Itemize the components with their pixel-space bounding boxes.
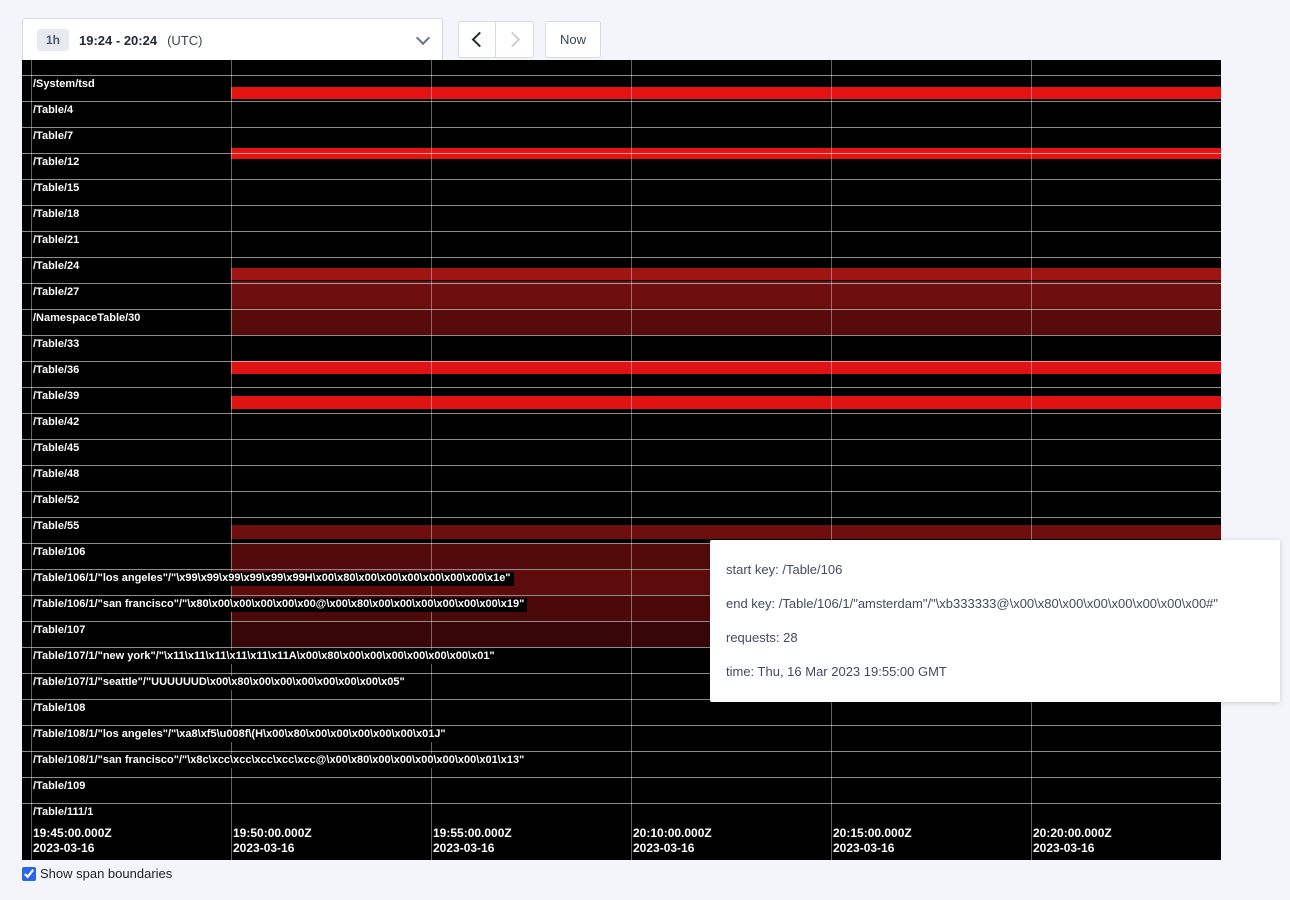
span-boundary-line [22,751,1221,752]
row-label: /Table/24 [33,260,82,274]
row-label: /Table/18 [33,208,82,222]
span-boundary-line [22,465,1221,466]
row-label: /Table/33 [33,338,82,352]
span-boundary-line [22,491,1221,492]
row-label: /Table/108 [33,702,88,716]
timezone-label: (UTC) [167,33,202,48]
x-axis-label: 19:45:00.000Z2023-03-16 [33,826,112,856]
time-window-chip: 1h [37,29,69,51]
row-label: /Table/106/1/"san francisco"/"\x80\x00\x… [33,598,527,612]
show-span-boundaries: Show span boundaries [22,866,172,881]
row-label: /Table/107/1/"seattle"/"UUUUUUD\x00\x80\… [33,676,408,690]
previous-window-button[interactable] [458,21,496,58]
row-label: /System/tsd [33,78,98,92]
row-label: /Table/39 [33,390,82,404]
span-boundary-line [22,387,1221,388]
chevron-right-icon [505,32,521,48]
row-label: /Table/111/1 [33,806,96,820]
span-boundary-line [22,257,1221,258]
time-gridline [631,60,632,860]
show-span-boundaries-label: Show span boundaries [40,866,172,881]
time-range-label: 19:24 - 20:24 [79,33,157,48]
time-nav-group [458,21,534,58]
row-label: /Table/55 [33,520,82,534]
row-label: /Table/27 [33,286,82,300]
tooltip-end-key: end key: /Table/106/1/"amsterdam"/"\xb33… [726,594,1264,614]
span-boundary-line [22,231,1221,232]
span-boundary-line [22,361,1221,362]
span-boundary-line [22,75,1221,76]
time-gridline [31,60,32,860]
row-label: /Table/52 [33,494,82,508]
row-label: /Table/106/1/"los angeles"/"\x99\x99\x99… [33,572,514,586]
span-boundary-line [22,127,1221,128]
span-boundary-line [22,309,1221,310]
tooltip-start-key: start key: /Table/106 [726,560,1264,580]
row-label: /Table/36 [33,364,82,378]
now-button[interactable]: Now [545,21,601,58]
heat-band[interactable] [231,281,1221,308]
heat-band[interactable] [231,308,1221,335]
row-label: /Table/107/1/"new york"/"\x11\x11\x11\x1… [33,650,498,664]
row-label: /Table/15 [33,182,82,196]
row-label: /Table/45 [33,442,82,456]
row-label: /Table/7 [33,130,76,144]
time-gridline [831,60,832,860]
next-window-button [496,21,534,58]
span-boundary-line [22,725,1221,726]
tooltip: start key: /Table/106 end key: /Table/10… [710,540,1280,702]
heat-band[interactable] [231,525,1221,539]
heat-band[interactable] [231,361,1221,374]
tooltip-time: time: Thu, 16 Mar 2023 19:55:00 GMT [726,662,1264,682]
x-axis-label: 19:50:00.000Z2023-03-16 [233,826,312,856]
row-label: /Table/21 [33,234,82,248]
row-label: /Table/106 [33,546,88,560]
time-gridline [1031,60,1032,860]
span-boundary-line [22,179,1221,180]
x-axis-label: 20:15:00.000Z2023-03-16 [833,826,912,856]
heat-band[interactable] [231,396,1221,409]
span-boundary-line [22,153,1221,154]
row-label: /Table/4 [33,104,76,118]
span-boundary-line [22,101,1221,102]
time-range-selector[interactable]: 1h 19:24 - 20:24 (UTC) [22,18,443,62]
row-label: /Table/42 [33,416,82,430]
span-boundary-line [22,517,1221,518]
row-label: /Table/108/1/"san francisco"/"\x8c\xcc\x… [33,754,527,768]
row-label: /Table/109 [33,780,88,794]
key-visualizer-canvas[interactable]: /System/tsd/Table/4/Table/7/Table/12/Tab… [22,60,1221,860]
chevron-left-icon [471,32,487,48]
span-boundary-line [22,335,1221,336]
span-boundary-line [22,803,1221,804]
heat-band[interactable] [231,87,1221,99]
row-label: /Table/48 [33,468,82,482]
row-label: /Table/12 [33,156,82,170]
show-span-boundaries-checkbox[interactable] [22,867,36,881]
chevron-down-icon [416,31,430,45]
row-label: /Table/108/1/"los angeles"/"\xa8\xf5\u00… [33,728,449,742]
span-boundary-line [22,283,1221,284]
span-boundary-line [22,777,1221,778]
span-boundary-line [22,205,1221,206]
tooltip-requests: requests: 28 [726,628,1264,648]
heat-band[interactable] [231,268,1221,280]
x-axis-label: 19:55:00.000Z2023-03-16 [433,826,512,856]
span-boundary-line [22,413,1221,414]
row-label: /NamespaceTable/30 [33,312,143,326]
span-boundary-line [22,439,1221,440]
x-axis-label: 20:20:00.000Z2023-03-16 [1033,826,1112,856]
x-axis-label: 20:10:00.000Z2023-03-16 [633,826,712,856]
row-label: /Table/107 [33,624,88,638]
